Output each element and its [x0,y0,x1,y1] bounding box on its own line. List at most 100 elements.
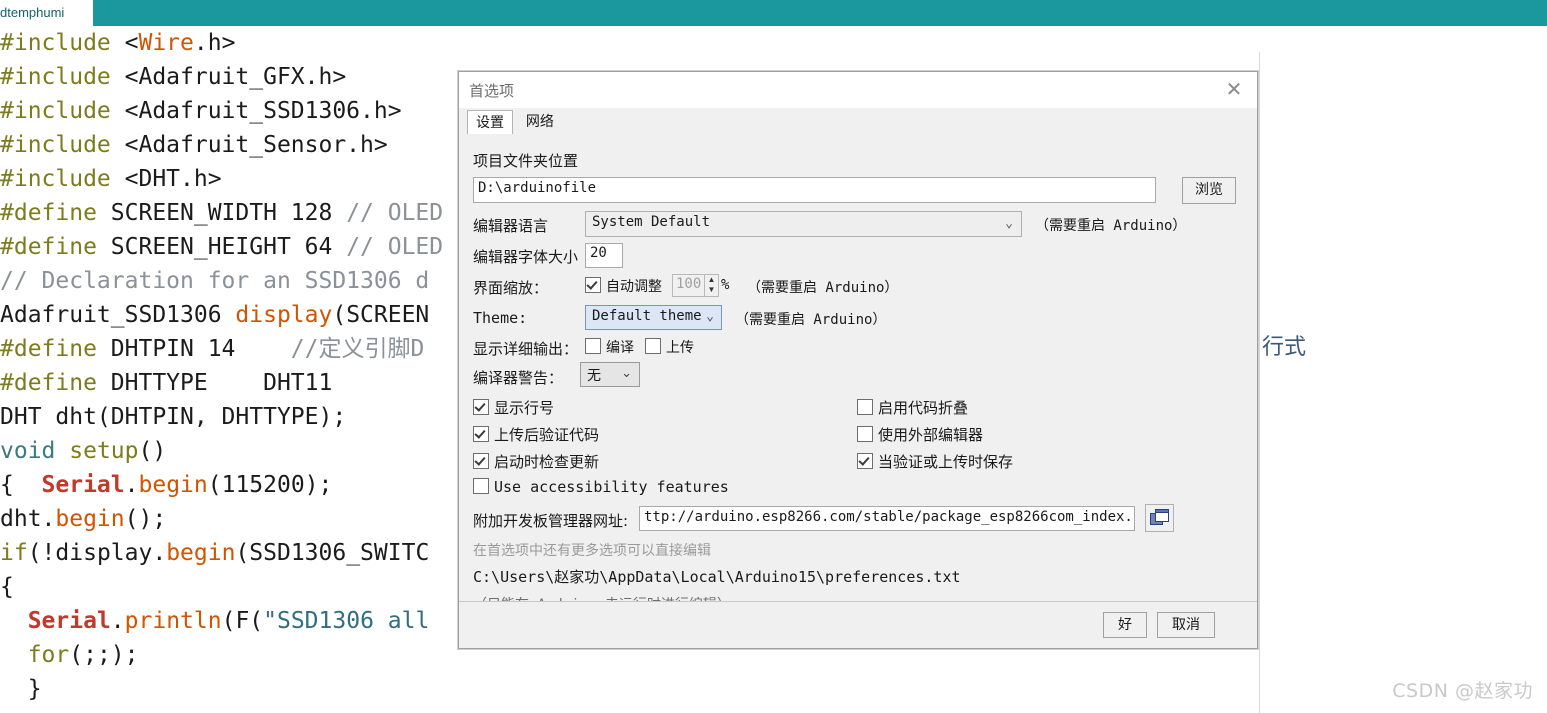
code-token: #include [0,64,125,90]
preferences-file-path: C:\Users\赵家功\AppData\Local\Arduino15\pre… [473,568,961,586]
checkbox-box-icon [473,399,489,415]
checkbox-box-icon [473,426,489,442]
code-line: void setup() [0,434,443,468]
checkbox-item[interactable]: 当验证或上传时保存 [857,451,1013,472]
percent-symbol: % [721,277,730,293]
checkbox-item[interactable]: 显示行号 [473,397,554,418]
code-token: #define [0,336,111,362]
stepper-up-icon[interactable]: ▲ [705,275,718,285]
verbose-output-label: 显示详细输出： [473,340,579,358]
code-token: #define [0,370,111,396]
code-line: { Serial.begin(115200); [0,468,443,502]
open-window-icon[interactable] [1145,504,1174,532]
code-line: #define DHTPIN 14 //定义引脚D [0,332,443,366]
editor-language-select[interactable]: System Default ⌄ [585,211,1022,237]
auto-scale-checkbox[interactable]: 自动调整 [585,276,662,296]
code-token: dht. [0,506,56,532]
code-token: "SSD1306 all [263,608,430,634]
code-line: } [0,672,443,706]
dialog-footer: 好 取消 [459,601,1257,648]
code-token: <DHT.h> [124,166,222,192]
code-token: } [0,676,42,702]
checkbox-label: Use accessibility features [494,478,729,496]
checkbox-item[interactable]: 启动时检查更新 [473,451,599,472]
compiler-warnings-select[interactable]: 无 ⌄ [580,362,640,387]
theme-note: （需要重启 Arduino） [735,312,887,328]
verbose-compile-checkbox[interactable]: 编译 [585,337,634,357]
checkbox-label: 显示行号 [494,399,555,417]
code-token: begin [55,506,125,532]
checkbox-label: 启动时检查更新 [494,453,600,471]
code-token: DHTPIN 14 [110,336,291,362]
ok-button[interactable]: 好 [1103,612,1147,638]
checkbox-item[interactable]: Use accessibility features [473,478,729,496]
code-line: Serial.println(F("SSD1306 all [0,604,443,638]
checkbox-item[interactable]: 上传后验证代码 [473,424,599,445]
editor-font-size-label: 编辑器字体大小 [473,248,579,266]
code-token: <Adafruit_GFX.h> [124,64,347,90]
code-token: //定义引脚D [290,336,425,362]
checkbox-item[interactable]: 使用外部编辑器 [857,424,983,445]
code-token: (!display. [27,540,167,566]
tab-network[interactable]: 网络 [516,109,563,134]
code-line: if(!display.begin(SSD1306_SWITC [0,536,443,570]
code-token: <Adafruit_SSD1306.h> [124,98,402,124]
checkbox-item[interactable]: 启用代码折叠 [857,397,968,418]
chevron-down-icon: ⌄ [1005,216,1013,231]
browse-button[interactable]: 浏览 [1182,177,1236,204]
code-token: .h> [193,30,236,56]
code-line: #include <Wire.h> [0,26,443,60]
code-token: DHT dht(DHTPIN, DHTTYPE); [0,404,347,430]
code-token: begin [166,540,236,566]
compiler-warnings-label: 编译器警告： [473,369,564,387]
cancel-button[interactable]: 取消 [1157,612,1215,638]
code-token: <Adafruit_Sensor.h> [124,132,388,158]
scale-percent-input[interactable]: 100 [672,274,705,297]
code-token: DHTTYPE DHT11 [110,370,333,396]
checkbox-box-icon [585,338,601,354]
code-token: Wire [138,30,194,56]
tab-settings[interactable]: 设置 [467,110,513,135]
checkbox-label: 当验证或上传时保存 [878,453,1014,471]
code-token: SCREEN_WIDTH 128 [110,200,347,226]
checkbox-box-icon [473,453,489,469]
verbose-upload-label: 上传 [666,340,694,356]
theme-value: Default theme [592,308,702,324]
theme-select[interactable]: Default theme ⌄ [585,305,722,330]
checkbox-box-icon [473,478,489,494]
watermark: CSDN @赵家功 [1392,680,1533,702]
code-token: // Declaration for an SSD1306 d [0,268,430,294]
preferences-dialog: 首选项 ✕ 设置 网络 项目文件夹位置 D:\arduinofile 浏览 编辑… [458,71,1258,649]
code-token: for [27,642,70,668]
code-token: begin [138,472,208,498]
verbose-upload-checkbox[interactable]: 上传 [645,337,694,357]
close-icon[interactable]: ✕ [1219,76,1249,104]
code-token: < [124,30,139,56]
code-line: #include <Adafruit_Sensor.h> [0,128,443,162]
sketch-tab[interactable]: dtemphumi [0,0,93,26]
editor-language-label: 编辑器语言 [473,217,549,235]
stepper-down-icon[interactable]: ▼ [705,285,718,295]
code-token: #include [0,30,125,56]
code-line: #include <Adafruit_GFX.h> [0,60,443,94]
sketchbook-path-input[interactable]: D:\arduinofile [473,177,1156,203]
board-manager-urls-input[interactable]: ttp://arduino.esp8266.com/stable/package… [639,506,1135,531]
checkbox-box-icon [857,399,873,415]
code-line: Adafruit_SSD1306 display(SCREEN [0,298,443,332]
chevron-down-icon: ⌄ [706,309,714,324]
code-token: (;;); [69,642,139,668]
code-token: if [0,540,28,566]
code-token: (SSD1306_SWITC [235,540,430,566]
scale-stepper[interactable]: ▲ ▼ [705,274,719,297]
checkbox-box-icon [585,277,601,293]
code-token: // OLED [346,234,444,260]
code-line: #define SCREEN_WIDTH 128 // OLED [0,196,443,230]
code-token: () [138,438,167,464]
verbose-compile-label: 编译 [606,340,634,356]
editor-font-size-input[interactable]: 20 [585,243,623,268]
code-line: { [0,570,443,604]
board-manager-urls-label: 附加开发板管理器网址: [473,512,629,530]
code-line: #define DHTTYPE DHT11 [0,366,443,400]
code-line: for(;;); [0,638,443,672]
